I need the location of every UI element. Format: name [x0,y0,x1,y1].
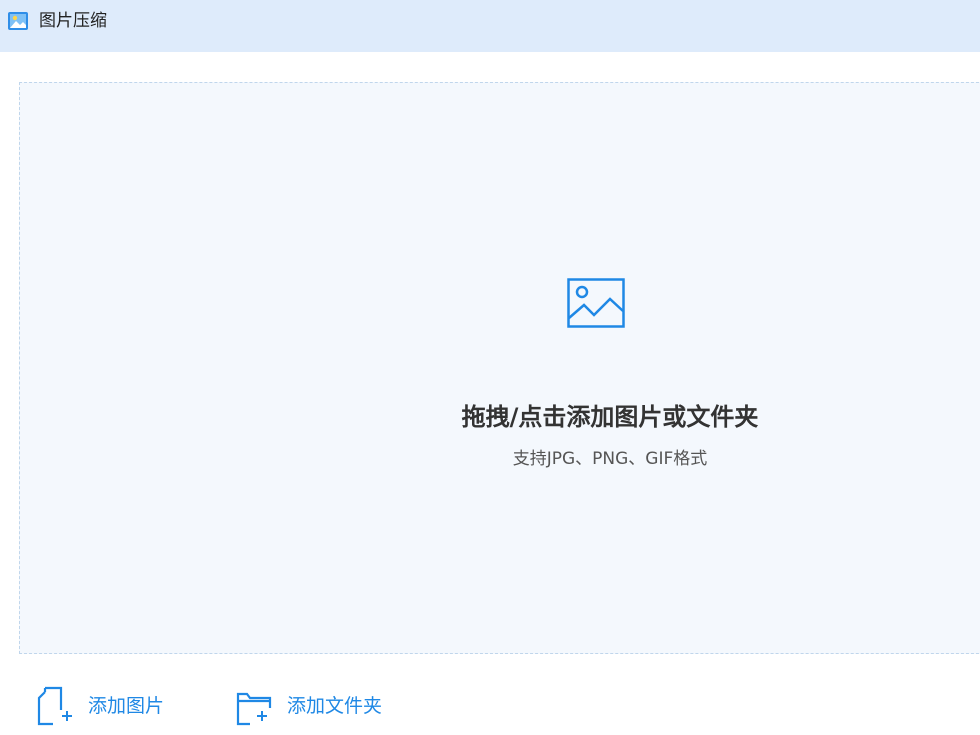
drop-zone-title: 拖拽/点击添加图片或文件夹 [461,403,759,431]
add-image-button[interactable]: 添加图片 [37,686,164,726]
add-folder-icon [236,692,272,726]
image-icon [567,278,625,328]
add-file-icon [37,686,72,726]
drop-zone-subtitle: 支持JPG、PNG、GIF格式 [512,449,708,469]
image-app-icon [8,12,28,30]
add-folder-label: 添加文件夹 [287,695,383,717]
app-title: 图片压缩 [39,11,107,31]
title-bar: 图片压缩 [0,0,980,52]
drop-zone[interactable] [19,82,980,654]
add-image-label: 添加图片 [88,695,165,717]
add-folder-button[interactable]: 添加文件夹 [236,686,382,726]
